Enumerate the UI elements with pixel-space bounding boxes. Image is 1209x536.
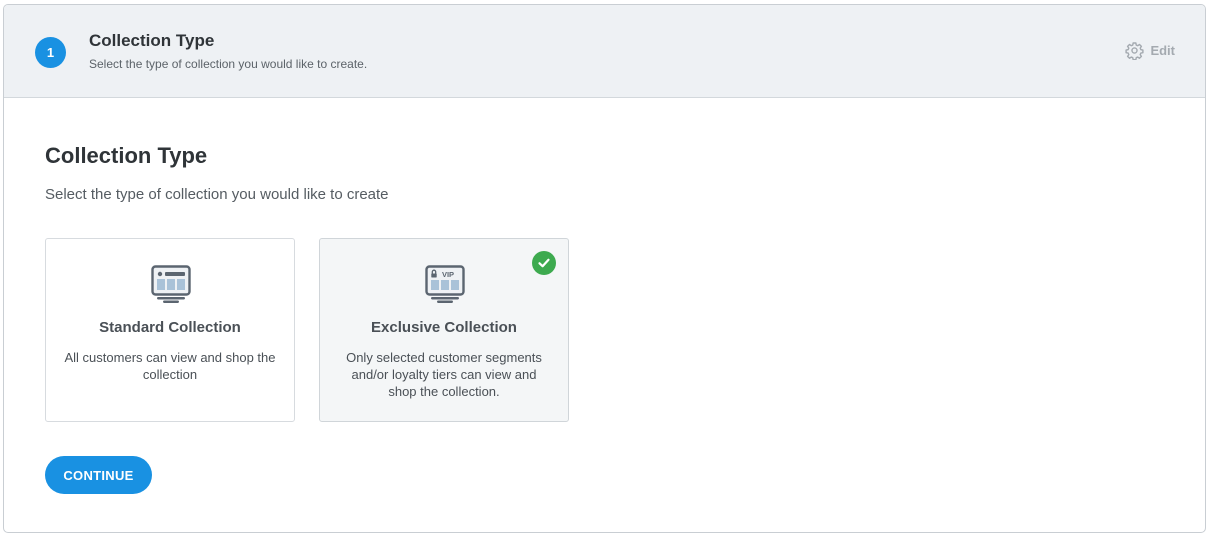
step-title: Collection Type [89, 31, 215, 50]
collection-type-panel: 1 Collection Type Select the type of col… [3, 4, 1206, 533]
storefront-icon [151, 265, 191, 303]
card-description: All customers can view and shop the coll… [64, 350, 276, 382]
card-title: Standard Collection [99, 319, 241, 336]
selected-check-icon [532, 251, 556, 275]
content-title: Collection Type [45, 143, 208, 168]
edit-button[interactable]: Edit [1125, 41, 1175, 60]
step-header: 1 Collection Type Select the type of col… [4, 5, 1205, 98]
standard-collection-card[interactable]: Standard Collection All customers can vi… [45, 238, 295, 422]
card-description: Only selected customer segments and/or l… [346, 350, 542, 399]
vip-icon-text: VIP [442, 270, 454, 279]
step-number-badge: 1 [35, 37, 66, 68]
vip-storefront-icon: VIP [425, 265, 465, 303]
content-subtitle: Select the type of collection you would … [45, 186, 389, 203]
step-subtitle: Select the type of collection you would … [89, 57, 368, 71]
card-title: Exclusive Collection [371, 319, 517, 336]
exclusive-collection-card[interactable]: VIP Exclusive Collection Only selected c… [319, 238, 569, 422]
edit-label: Edit [1150, 43, 1175, 58]
gear-icon [1125, 41, 1145, 60]
continue-button[interactable]: CONTINUE [45, 456, 152, 494]
